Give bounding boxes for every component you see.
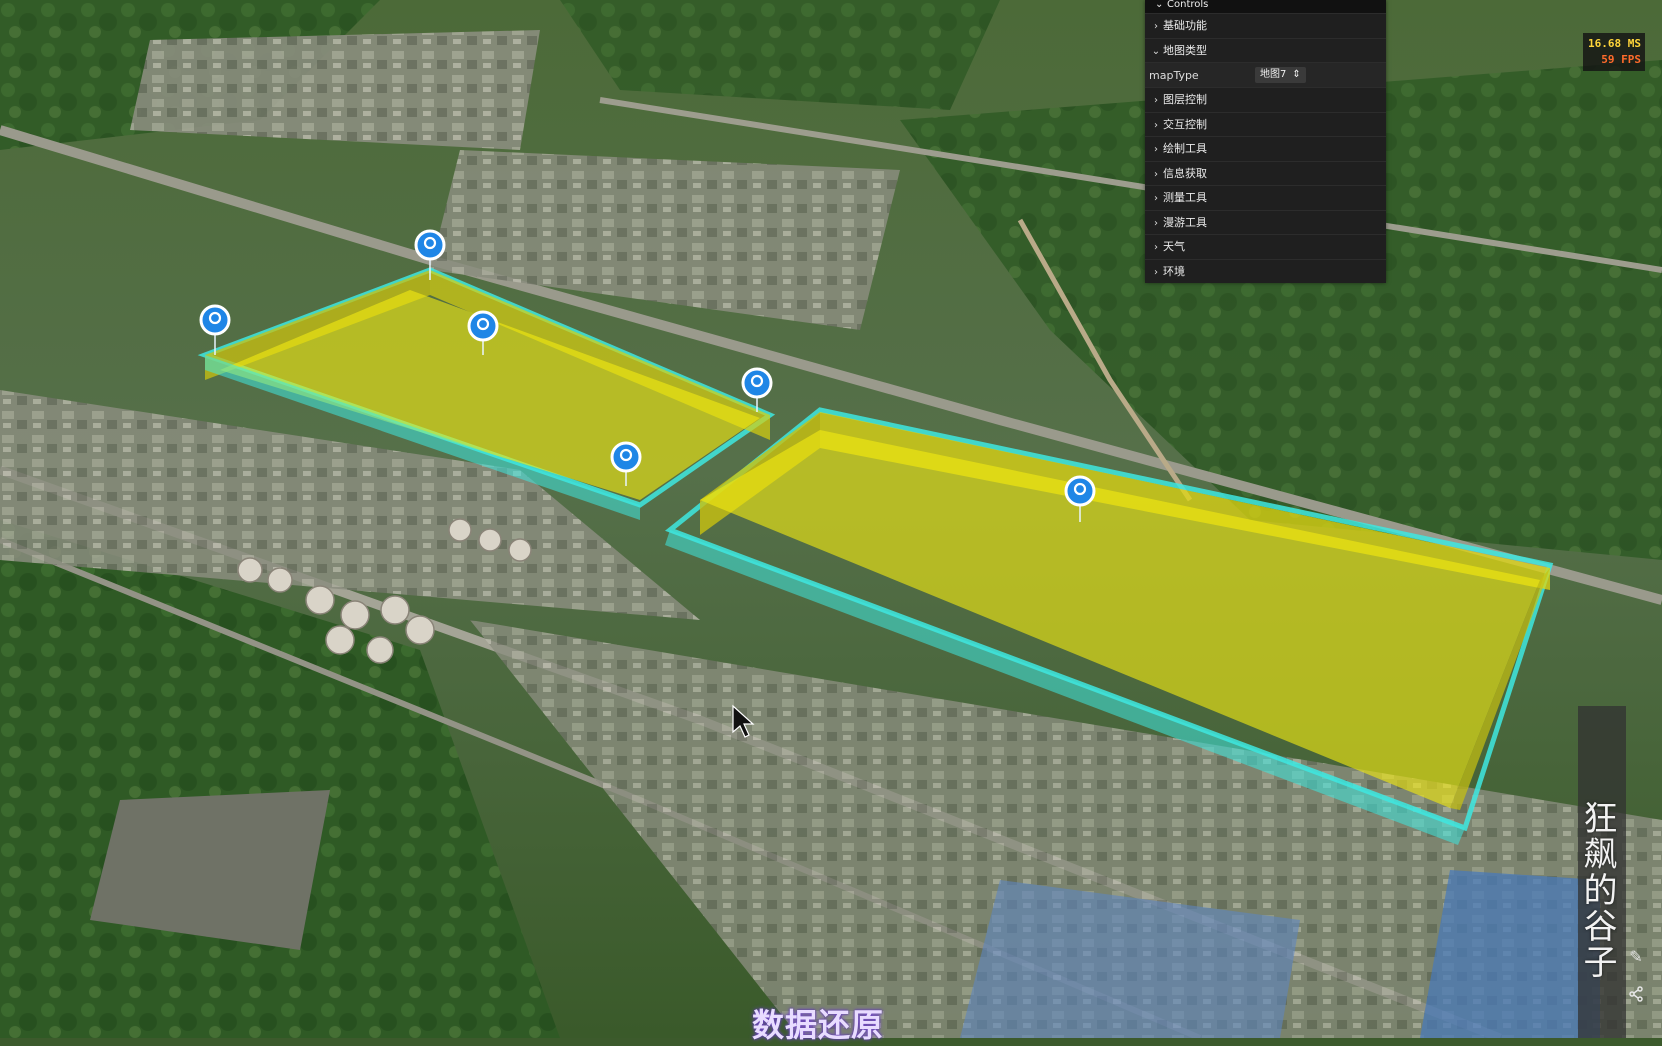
folder-weather[interactable]: › 天气 bbox=[1145, 234, 1386, 259]
controls-title[interactable]: ⌄ Controls bbox=[1145, 0, 1386, 13]
chevron-right-icon: › bbox=[1154, 95, 1158, 106]
map-type-control: mapType 地图7 ⇕ bbox=[1145, 62, 1386, 87]
chevron-down-icon: ⌄ bbox=[1151, 45, 1161, 57]
map-type-label: mapType bbox=[1149, 68, 1199, 82]
frame-time: 16.68 MS bbox=[1588, 37, 1641, 50]
pen-icon[interactable]: ✎ bbox=[1624, 945, 1648, 969]
folder-roaming-tools[interactable]: › 漫游工具 bbox=[1145, 209, 1386, 234]
map-type-select[interactable]: 地图7 ⇕ bbox=[1255, 67, 1306, 83]
chevron-right-icon: › bbox=[1154, 144, 1158, 155]
chevron-right-icon: › bbox=[1154, 119, 1158, 131]
chevron-right-icon: › bbox=[1154, 21, 1158, 32]
controls-panel[interactable]: ⌄ Controls › 基础功能 ⌄ 地图类型 mapType 地图7 ⇕ › 图层控… bbox=[1145, 0, 1386, 283]
folder-interaction-control[interactable]: › 交互控制 bbox=[1145, 111, 1386, 136]
chevron-right-icon: › bbox=[1154, 217, 1158, 229]
subtitle-caption: 数据还原 bbox=[752, 1006, 885, 1044]
chevron-right-icon: › bbox=[1154, 266, 1158, 278]
chevron-right-icon: › bbox=[1154, 168, 1158, 180]
folder-measure-tools[interactable]: › 测量工具 bbox=[1145, 185, 1386, 210]
chevron-down-icon: ⌄ bbox=[1155, 0, 1164, 10]
chevron-right-icon: › bbox=[1154, 242, 1158, 253]
folder-info-retrieval[interactable]: › 信息获取 bbox=[1145, 160, 1386, 185]
folder-layer-control[interactable]: › 图层控制 bbox=[1145, 87, 1386, 112]
map-type-value: 地图7 bbox=[1260, 69, 1287, 80]
chevron-right-icon: › bbox=[1154, 193, 1158, 204]
frame-rate: 59 FPS bbox=[1601, 53, 1641, 66]
folder-environment[interactable]: › 环境 bbox=[1145, 258, 1386, 283]
performance-stats[interactable]: 16.68 MS 59 FPS bbox=[1583, 33, 1645, 71]
share-icon[interactable] bbox=[1624, 985, 1648, 1009]
map-viewport[interactable] bbox=[0, 0, 1662, 1038]
folder-map-type[interactable]: ⌄ 地图类型 bbox=[1145, 37, 1386, 62]
watermark-text: 狂飙的谷子 bbox=[1577, 800, 1617, 980]
folder-drawing-tools[interactable]: › 绘制工具 bbox=[1145, 136, 1386, 161]
folder-basic-functions[interactable]: › 基础功能 bbox=[1145, 13, 1386, 38]
select-arrows-icon: ⇕ bbox=[1292, 69, 1301, 80]
